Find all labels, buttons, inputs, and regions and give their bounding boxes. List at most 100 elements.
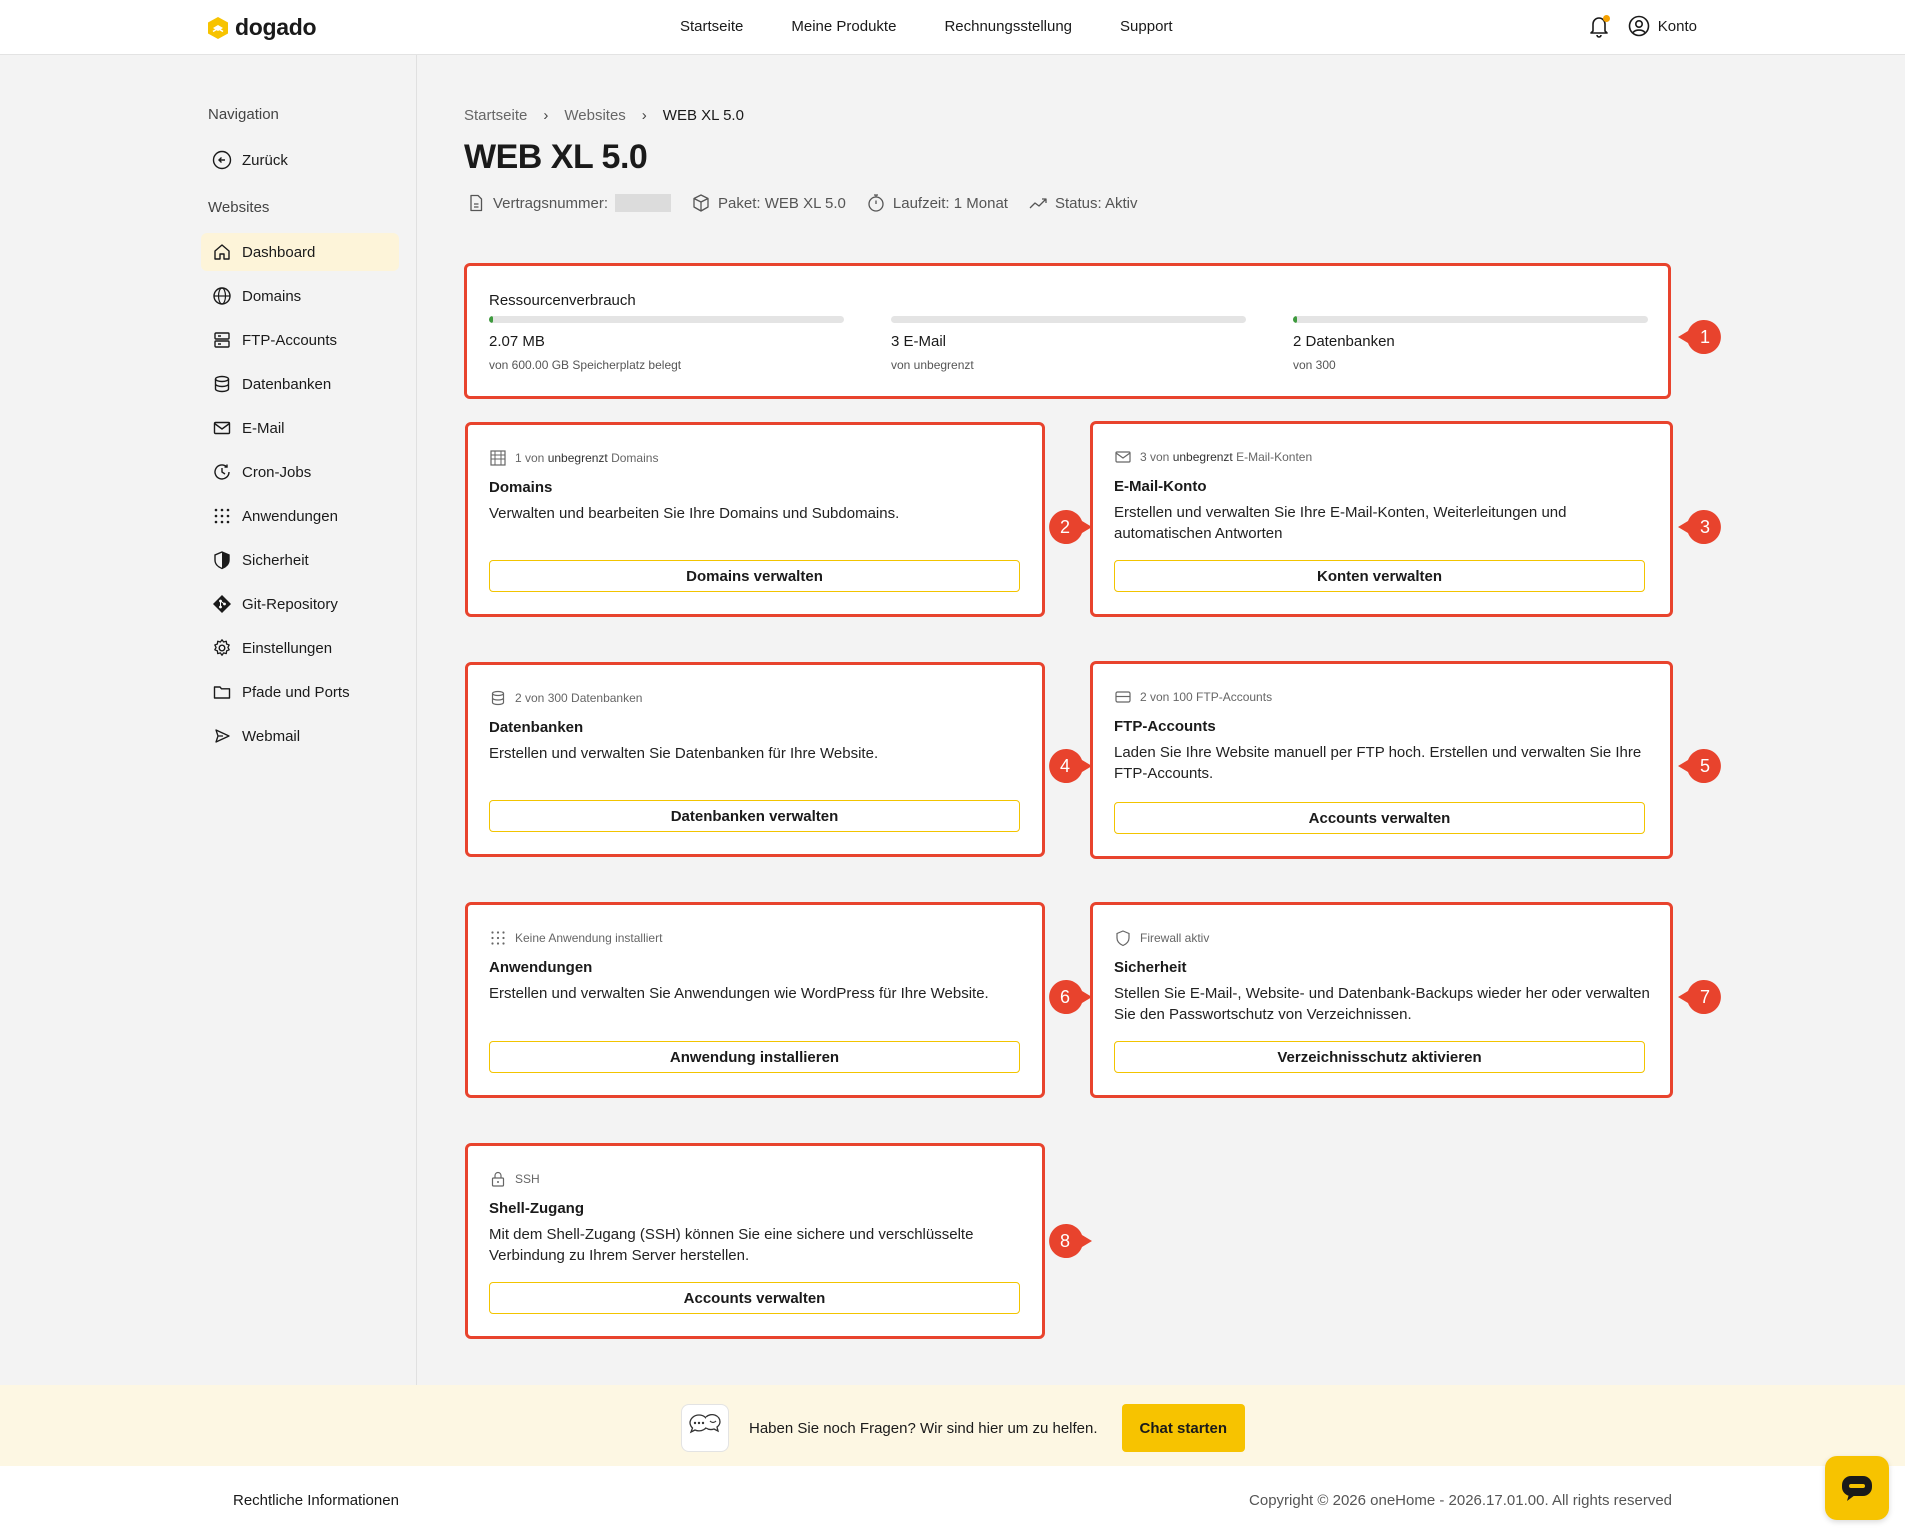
chevron-right-icon: › — [543, 107, 549, 124]
sidebar-item-datenbanken[interactable]: Datenbanken — [201, 365, 399, 403]
security-card: Firewall aktiv Sicherheit Stellen Sie E-… — [1090, 902, 1673, 1098]
logo-wordmark: dogado — [235, 14, 317, 40]
topnav-meine-produkte[interactable]: Meine Produkte — [791, 18, 896, 35]
sidebar-item-label: Datenbanken — [242, 375, 332, 393]
domains-description: Verwalten und bearbeiten Sie Ihre Domain… — [489, 505, 900, 522]
contract-meta: Vertragsnummer: Paket: WEB XL 5.0 Laufze… — [466, 193, 1138, 213]
databases-description: Erstellen und verwalten Sie Datenbanken … — [489, 745, 879, 762]
topnav-rechnungsstellung[interactable]: Rechnungsstellung — [944, 18, 1072, 35]
marker-badge-7: 7 — [1678, 980, 1722, 1014]
start-chat-button[interactable]: Chat starten — [1121, 1404, 1246, 1452]
shell-description: Mit dem Shell-Zugang (SSH) können Sie ei… — [489, 1226, 974, 1264]
applications-tag: Keine Anwendung installiert — [489, 929, 662, 947]
sidebar: Navigation Zurück Websites Dashboard Dom… — [0, 55, 417, 1385]
legal-information-link[interactable]: Rechtliche Informationen — [233, 1492, 399, 1509]
top-bar: dogado Startseite Meine Produkte Rechnun… — [0, 0, 1905, 55]
help-text: Haben Sie noch Fragen? Wir sind hier um … — [749, 1419, 1098, 1437]
status-label: Status: Aktiv — [1054, 194, 1138, 212]
account-button[interactable]: Konto — [1628, 15, 1697, 37]
sidebar-item-dashboard[interactable]: Dashboard — [201, 233, 399, 271]
git-icon — [213, 595, 231, 613]
globe-icon — [213, 287, 231, 305]
user-circle-icon — [1628, 15, 1650, 37]
mail-icon — [1115, 451, 1131, 463]
top-right-actions: Konto — [1588, 14, 1697, 38]
sidebar-item-ftp-accounts[interactable]: FTP-Accounts — [201, 321, 399, 359]
grid-icon — [214, 508, 230, 524]
meta-duration: Laufzeit: 1 Monat — [866, 193, 1008, 213]
marker-badge-1: 1 — [1678, 320, 1722, 354]
marker-badge-6: 6 — [1048, 980, 1092, 1014]
install-application-button[interactable]: Anwendung installieren — [489, 1041, 1020, 1073]
chat-icon — [1842, 1476, 1872, 1501]
databases-manage-button[interactable]: Datenbanken verwalten — [489, 800, 1020, 832]
applications-description: Erstellen und verwalten Sie Anwendungen … — [489, 985, 989, 1002]
chat-bubbles-icon — [681, 1404, 729, 1452]
email-value: 3 E-Mail — [891, 333, 947, 350]
sidebar-item-label: FTP-Accounts — [242, 331, 338, 349]
logo[interactable]: dogado — [207, 14, 317, 41]
document-icon — [470, 194, 483, 212]
sidebar-item-label: Sicherheit — [242, 551, 309, 569]
resource-usage-title: Ressourcenverbrauch — [489, 292, 636, 309]
shell-manage-button[interactable]: Accounts verwalten — [489, 1282, 1020, 1314]
chevron-right-icon: › — [641, 107, 647, 124]
folder-icon — [213, 686, 231, 699]
databases-title: Datenbanken — [489, 719, 584, 736]
sidebar-item-cron-jobs[interactable]: Cron-Jobs — [201, 453, 399, 491]
home-icon — [214, 244, 230, 260]
applications-tag-text: Keine Anwendung installiert — [515, 931, 663, 945]
gear-icon — [214, 639, 230, 656]
help-banner-content: Haben Sie noch Fragen? Wir sind hier um … — [681, 1404, 1246, 1452]
marker-badge-4: 4 — [1048, 749, 1092, 783]
databases-tag: 2 von 300 Datenbanken — [489, 689, 642, 707]
breadcrumb: Startseite › Websites › WEB XL 5.0 — [464, 107, 744, 124]
ftp-description: Laden Sie Ihre Website manuell per FTP h… — [1114, 744, 1642, 782]
sidebar-item-einstellungen[interactable]: Einstellungen — [201, 629, 399, 667]
email-tag-bold: unbegrenzt — [1172, 450, 1233, 464]
meta-contract: Vertragsnummer: — [466, 193, 672, 213]
sidebar-item-domains[interactable]: Domains — [201, 277, 399, 315]
database-progress-fill — [1293, 316, 1298, 323]
breadcrumb-startseite[interactable]: Startseite — [464, 107, 527, 124]
domains-manage-button[interactable]: Domains verwalten — [489, 560, 1020, 592]
sidebar-item-webmail[interactable]: Webmail — [201, 717, 399, 755]
logo-mark-icon — [208, 16, 228, 39]
email-tag-suffix: E-Mail-Konten — [1236, 450, 1313, 464]
sidebar-item-sicherheit[interactable]: Sicherheit — [201, 541, 399, 579]
sidebar-item-label: Domains — [242, 287, 302, 305]
email-tag-prefix: 3 von — [1140, 450, 1170, 464]
topnav-startseite[interactable]: Startseite — [680, 18, 743, 35]
notifications-button[interactable] — [1588, 14, 1610, 38]
marker-number: 7 — [1699, 987, 1710, 1007]
email-sub: von unbegrenzt — [891, 358, 974, 372]
security-description: Stellen Sie E-Mail-, Website- und Datenb… — [1114, 985, 1650, 1023]
ftp-tag-text: 2 von 100 FTP-Accounts — [1140, 690, 1273, 704]
storage-progress-bar — [489, 316, 844, 323]
email-manage-button[interactable]: Konten verwalten — [1114, 560, 1645, 592]
sidebar-nav-heading: Navigation — [208, 106, 279, 123]
drive-icon — [1115, 691, 1131, 703]
breadcrumb-websites[interactable]: Websites — [564, 107, 625, 124]
shell-tag-text: SSH — [515, 1172, 540, 1186]
sidebar-item-email[interactable]: E-Mail — [201, 409, 399, 447]
chat-widget-button[interactable] — [1825, 1456, 1889, 1520]
sidebar-back-label: Zurück — [242, 151, 288, 169]
topnav-support[interactable]: Support — [1120, 18, 1173, 35]
ftp-manage-button[interactable]: Accounts verwalten — [1114, 802, 1645, 834]
security-title: Sicherheit — [1114, 959, 1187, 976]
security-tag-text: Firewall aktiv — [1140, 931, 1210, 945]
shield-icon — [1116, 930, 1130, 947]
marker-badge-5: 5 — [1678, 749, 1722, 783]
sidebar-item-git-repository[interactable]: Git-Repository — [201, 585, 399, 623]
sidebar-item-anwendungen[interactable]: Anwendungen — [201, 497, 399, 535]
storage-sub: von 600.00 GB Speicherplatz belegt — [489, 358, 682, 372]
enable-directory-protection-button[interactable]: Verzeichnisschutz aktivieren — [1114, 1041, 1645, 1073]
storage-progress-fill — [489, 316, 494, 323]
sidebar-item-pfade-und-ports[interactable]: Pfade und Ports — [201, 673, 399, 711]
email-card: 3 von unbegrenzt E-Mail-Konten E-Mail-Ko… — [1090, 421, 1673, 617]
email-description: Erstellen und verwalten Sie Ihre E-Mail-… — [1114, 504, 1567, 542]
sidebar-back-link[interactable]: Zurück — [201, 141, 399, 179]
shell-title: Shell-Zugang — [489, 1200, 584, 1217]
domains-title: Domains — [489, 479, 553, 496]
